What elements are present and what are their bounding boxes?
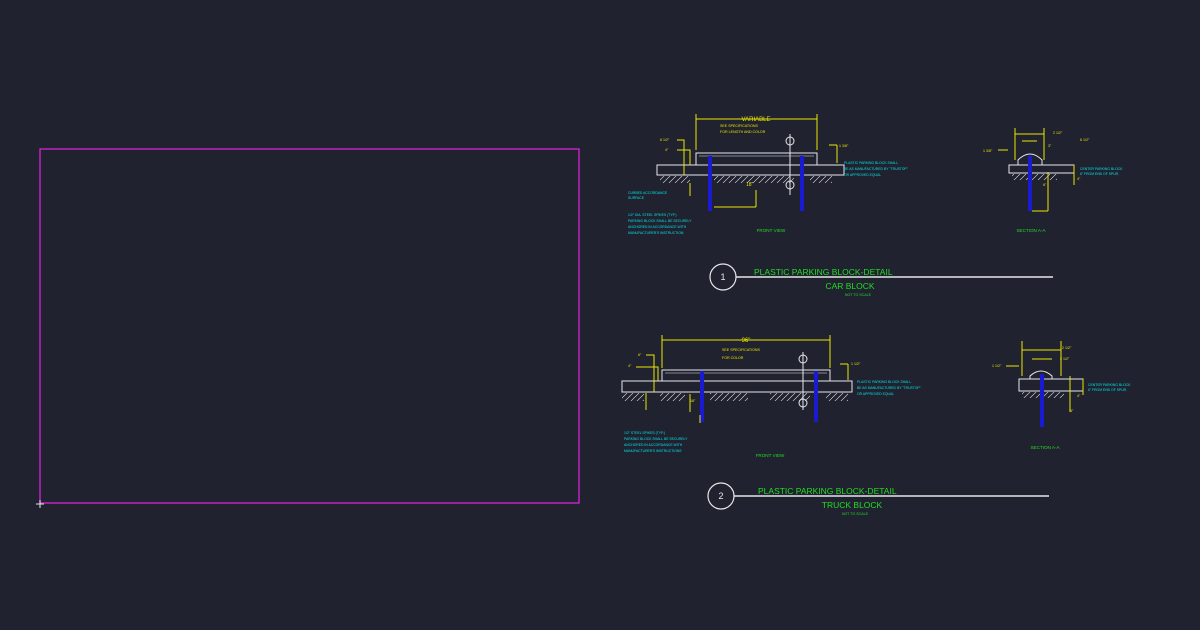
sec-note-1: CENTER PARKING BLOCK — [1088, 383, 1131, 387]
sec-note-1: CENTER PARKING BLOCK — [1080, 167, 1123, 171]
note-block-2: BE AS MANUFACTURED BY "TRUSTOP" — [844, 167, 909, 171]
detail-1-title: PLASTIC PARKING BLOCK-DETAIL — [754, 267, 893, 277]
dim-1-3-8: 1 3/8" — [839, 144, 849, 148]
spec-note-2: FOR LENGTH AND COLOR — [720, 130, 766, 134]
front-view-label: FRONT VIEW — [756, 453, 785, 458]
sec-dim-c: 1 3/8" — [983, 149, 993, 153]
dim-height: 6 1/2" — [660, 138, 670, 142]
sec-dim-d: 3" — [1048, 144, 1052, 148]
spec-note-1: SEE SPECIFICATIONS — [722, 348, 760, 352]
viewport-frame[interactable] — [39, 148, 580, 504]
sec-note-2: 6" FROM END OF SPUR. — [1080, 172, 1119, 176]
detail-1-title-block: 1 PLASTIC PARKING BLOCK-DETAIL CAR BLOCK… — [709, 263, 1053, 297]
detail-2-section: 2 1/2" 2 1/2" 1 1/2" 4" 6" CENTER PARKIN… — [992, 341, 1131, 450]
detail-2-scale: NOT TO SCALE — [842, 512, 869, 516]
section-label: SECTION A-A — [1016, 228, 1046, 233]
spec-note-2: FOR COLOR — [722, 356, 744, 360]
crosshair-cursor-icon — [36, 500, 44, 508]
detail-number-1: 1 — [720, 272, 725, 282]
detail-1-scale: NOT TO SCALE — [845, 293, 872, 297]
sec-dim-a: 2 1/2" — [1053, 131, 1063, 135]
dim-4: 4" — [628, 364, 632, 368]
sec-dim-e: 6" — [1070, 409, 1074, 413]
sec-dim-e: 4" — [1077, 177, 1081, 181]
note-spike-3: ANCHORED IN ACCORDANCE WITH — [624, 443, 683, 447]
note-curb-1: CURBED ACCORDANCE — [628, 191, 668, 195]
note-spike-2: PARKING BLOCK SHALL BE SECURELY — [624, 437, 688, 441]
detail-2-subtitle: TRUCK BLOCK — [822, 500, 883, 510]
detail-2-title-block: 2 PLASTIC PARKING BLOCK-DETAIL TRUCK BLO… — [707, 482, 1049, 516]
note-curb-2: SURFACE — [628, 196, 645, 200]
note-block-3: OR APPROVED EQUAL — [857, 392, 894, 396]
sec-dim-f: 6" — [1043, 183, 1047, 187]
note-spike-1: 1/2" DIA. STEEL SPIKES (TYP.) — [628, 213, 677, 217]
detail-2-front-view: 96" SEE SPECIFICATIONS FOR COLOR 6" 4" 1… — [621, 335, 922, 458]
detail-1-front-view: VARIABLE SEE SPECIFICATIONS FOR LENGTH A… — [628, 114, 909, 235]
dim-4: 4" — [665, 148, 669, 152]
detail-2-title: PLASTIC PARKING BLOCK-DETAIL — [758, 486, 897, 496]
dim-height: 6" — [638, 353, 642, 357]
detail-number-2: 2 — [718, 491, 723, 501]
dim-18: 18" — [746, 182, 754, 188]
dim-1-1-2: 1 1/2" — [851, 362, 861, 366]
section-label: SECTION A-A — [1030, 445, 1060, 450]
sec-note-2: 6" FROM END OF SPUR. — [1088, 388, 1127, 392]
sec-dim-b: 2 1/2" — [1060, 357, 1070, 361]
detail-1-section: 2 1/2" 6 1/2" 1 3/8" 3" 4" 6" CENTER PAR… — [983, 128, 1123, 233]
front-view-label: FRONT VIEW — [757, 228, 786, 233]
sec-dim-b: 6 1/2" — [1080, 138, 1090, 142]
dim-length-label: 96" — [742, 338, 751, 344]
sec-dim-c: 1 1/2" — [992, 364, 1002, 368]
note-spike-2: PARKING BLOCK SHALL BE SECURELY — [628, 219, 692, 223]
note-spike-4: MANUFACTURER'S INSTRUCTIONS — [624, 449, 682, 453]
note-spike-3: ANCHORED IN ACCORDANCE WITH — [628, 225, 687, 229]
dim-18: 18" — [690, 399, 696, 403]
note-spike-1: 1/2" STEEL SPIKES (TYP.) — [624, 431, 665, 435]
sec-dim-d: 4" — [1077, 394, 1081, 398]
note-spike-4: MANUFACTURER'S INSTRUCTION. — [628, 231, 684, 235]
note-block-1: PLASTIC PARKING BLOCK SHALL — [857, 380, 911, 384]
dim-length-label: VARIABLE — [742, 117, 771, 123]
note-block-2: BE AS MANUFACTURED BY "TRUSTOP" — [857, 386, 922, 390]
cad-drawing-canvas[interactable]: VARIABLE SEE SPECIFICATIONS FOR LENGTH A… — [0, 0, 1200, 630]
note-block-3: OR APPROVED EQUAL — [844, 173, 881, 177]
spec-note-1: SEE SPECIFICATIONS — [720, 124, 758, 128]
note-block-1: PLASTIC PARKING BLOCK SHALL — [844, 161, 898, 165]
detail-1-subtitle: CAR BLOCK — [825, 281, 874, 291]
sec-dim-a: 2 1/2" — [1062, 346, 1072, 350]
